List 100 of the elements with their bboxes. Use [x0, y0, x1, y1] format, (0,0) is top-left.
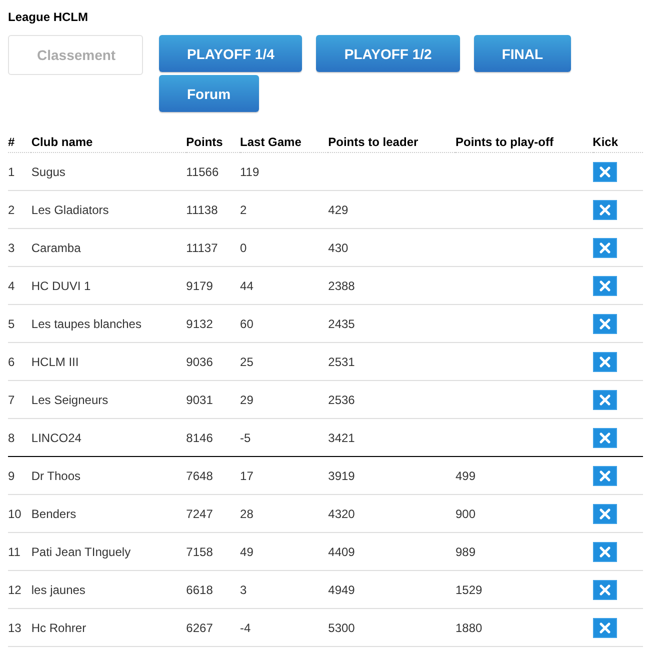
table-cell: 7247	[186, 506, 213, 520]
column-header: #	[8, 135, 15, 149]
column-header: Points	[186, 135, 223, 149]
table-cell: 9179	[186, 278, 213, 292]
table-cell: Caramba	[31, 240, 81, 254]
table-cell: 3	[240, 582, 247, 596]
table-cell: 4	[8, 278, 15, 292]
table-cell: 9036	[186, 354, 213, 368]
table-cell: 11137	[186, 240, 218, 254]
kick-button[interactable]	[592, 618, 617, 638]
table-cell: 3421	[328, 430, 355, 444]
table-cell: Les Seigneurs	[31, 392, 108, 406]
table-cell: 1880	[455, 620, 482, 634]
table-cell: 2536	[328, 392, 355, 406]
table-cell: 12	[8, 582, 22, 596]
table-cell: 119	[240, 164, 260, 178]
kick-button[interactable]	[592, 276, 617, 296]
kick-button[interactable]	[592, 504, 617, 524]
table-cell: 1529	[455, 582, 482, 596]
table-cell: 11138	[186, 202, 218, 216]
table-cell: HCLM III	[31, 354, 79, 368]
table-cell: 2	[240, 202, 247, 216]
table-cell: 9031	[186, 392, 213, 406]
table-cell: 60	[240, 316, 254, 330]
table-cell: LINCO24	[31, 430, 82, 444]
table-cell: 2388	[328, 278, 355, 292]
tab[interactable]: Forum	[159, 75, 259, 112]
table-cell: 499	[455, 468, 476, 482]
table-cell: Benders	[31, 506, 76, 520]
table-cell: 25	[240, 354, 254, 368]
table-cell: HC DUVI 1	[31, 278, 91, 292]
close-icon	[598, 242, 611, 254]
kick-button[interactable]	[592, 200, 617, 220]
kick-button[interactable]	[592, 162, 617, 182]
table-cell: 3	[8, 240, 15, 254]
kick-button[interactable]	[592, 238, 617, 258]
table-cell: 0	[240, 240, 247, 254]
table-cell: 11	[8, 544, 20, 558]
close-icon	[598, 166, 611, 178]
table-cell: 5	[8, 316, 15, 330]
table-cell: Sugus	[31, 164, 66, 178]
table-cell: 13	[8, 620, 22, 634]
kick-button[interactable]	[592, 580, 617, 600]
close-icon	[598, 546, 611, 558]
table-cell: Les taupes blanches	[31, 316, 142, 330]
tab[interactable]: PLAYOFF 1/2	[316, 35, 460, 72]
table-cell: 5300	[328, 620, 355, 634]
kick-button[interactable]	[592, 466, 617, 486]
close-icon	[598, 432, 611, 444]
table-cell: 430	[328, 240, 348, 254]
table-cell: -4	[240, 620, 251, 634]
table-cell: Dr Thoos	[31, 468, 81, 482]
close-icon	[598, 394, 611, 406]
column-header: Points to leader	[328, 135, 418, 149]
table-cell: 6267	[186, 620, 213, 634]
table-cell: les jaunes	[31, 582, 86, 596]
column-header: Kick	[592, 135, 618, 149]
tab[interactable]: Classement	[8, 35, 143, 75]
table-cell: 4320	[328, 506, 355, 520]
table-cell: 900	[455, 506, 476, 520]
close-icon	[598, 280, 611, 292]
table-cell: -5	[240, 430, 251, 444]
table-cell: Pati Jean TInguely	[31, 544, 131, 558]
table-cell: 17	[240, 468, 254, 482]
column-header: Last Game	[240, 135, 302, 149]
table-cell: 10	[8, 506, 22, 520]
close-icon	[598, 622, 611, 634]
table-cell: 2435	[328, 316, 355, 330]
league-title: League HCLM	[8, 10, 88, 24]
kick-button[interactable]	[592, 390, 617, 410]
table-cell: 9132	[186, 316, 213, 330]
close-icon	[598, 318, 611, 330]
kick-button[interactable]	[592, 428, 617, 448]
kick-button[interactable]	[592, 352, 617, 372]
tab[interactable]: PLAYOFF 1/4	[159, 35, 302, 72]
table-cell: 49	[240, 544, 254, 558]
table-cell: Hc Rohrer	[31, 620, 86, 634]
table-cell: 429	[328, 202, 348, 216]
table-cell: 3919	[328, 468, 355, 482]
close-icon	[598, 470, 611, 482]
table-cell: 989	[455, 544, 476, 558]
table-cell: 2531	[328, 354, 355, 368]
table-cell: 4409	[328, 544, 355, 558]
table-cell: 4949	[328, 582, 355, 596]
tab[interactable]: FINAL	[474, 35, 572, 72]
table-cell: 9	[8, 468, 15, 482]
column-header: Points to play-off	[455, 135, 554, 149]
table-cell: 7158	[186, 544, 213, 558]
table-cell: 8146	[186, 430, 213, 444]
table-cell: 1	[8, 164, 15, 178]
close-icon	[598, 584, 611, 596]
table-cell: 6	[8, 354, 15, 368]
table-cell: Les Gladiators	[31, 202, 109, 216]
kick-button[interactable]	[592, 542, 617, 562]
kick-button[interactable]	[592, 314, 617, 334]
table-cell: 7	[8, 392, 15, 406]
table-cell: 6618	[186, 582, 213, 596]
table-cell: 44	[240, 278, 254, 292]
close-icon	[598, 508, 611, 520]
table-cell: 2	[8, 202, 15, 216]
